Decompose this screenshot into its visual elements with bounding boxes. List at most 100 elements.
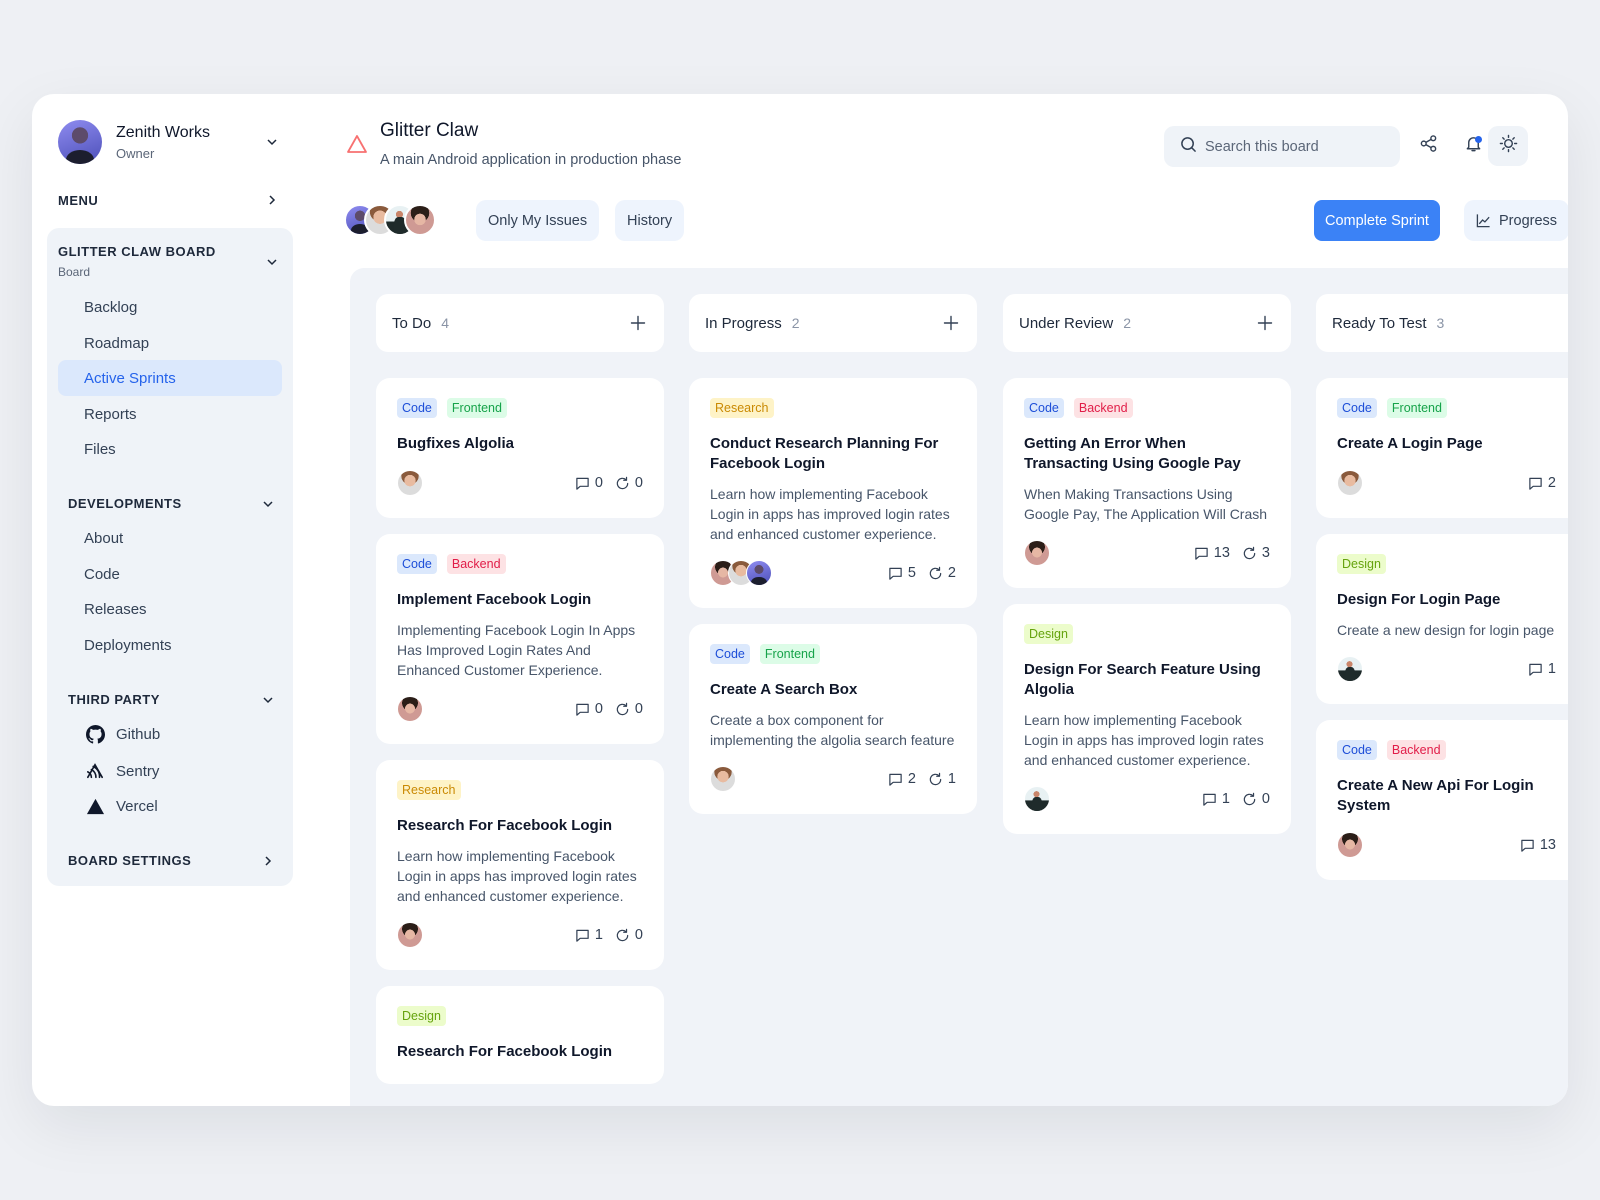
sidebar-item-vercel[interactable]: Vercel: [84, 794, 158, 818]
assignee-avatar[interactable]: [397, 696, 423, 722]
refresh-icon: [1242, 792, 1257, 807]
tag-code[interactable]: Code: [1024, 398, 1064, 418]
tag-code[interactable]: Code: [710, 644, 750, 664]
reopen-count[interactable]: 0: [1242, 791, 1270, 807]
comments-count[interactable]: 1: [575, 927, 603, 943]
tag-design[interactable]: Design: [1337, 554, 1386, 574]
task-card[interactable]: Research Conduct Research Planning For F…: [689, 378, 977, 608]
assignee-avatar[interactable]: [397, 470, 423, 496]
add-card-button[interactable]: [628, 313, 648, 333]
board-settings-link[interactable]: BOARD SETTINGS: [68, 853, 191, 868]
sentry-icon: [84, 760, 106, 782]
task-card[interactable]: Code Frontend Create A Login Page 2: [1316, 378, 1568, 518]
member-avatar[interactable]: [404, 204, 436, 236]
history-button[interactable]: History: [615, 200, 685, 241]
menu-toggle[interactable]: MENU: [58, 190, 288, 210]
sidebar-item-files[interactable]: Files: [58, 431, 282, 467]
comments-value: 0: [594, 475, 603, 491]
share-button[interactable]: [1408, 126, 1448, 166]
sidebar-item-active-sprints[interactable]: Active Sprints: [58, 360, 282, 396]
theme-toggle-button[interactable]: [1488, 126, 1528, 166]
sidebar-item-code[interactable]: Code: [58, 556, 282, 592]
third-party-section-title[interactable]: THIRD PARTY: [68, 692, 160, 707]
reopen-count[interactable]: 0: [615, 927, 643, 943]
add-card-button[interactable]: [1255, 313, 1275, 333]
assignee-avatar[interactable]: [746, 560, 772, 586]
assignees: [1024, 786, 1050, 812]
comments-count[interactable]: 2: [888, 771, 916, 787]
tag-frontend[interactable]: Frontend: [1386, 398, 1447, 418]
comments-count[interactable]: 5: [888, 565, 916, 581]
sidebar-item-sentry[interactable]: Sentry: [84, 759, 159, 783]
sidebar-item-github[interactable]: Github: [84, 722, 160, 746]
comments-count[interactable]: 1: [1202, 791, 1230, 807]
assignee-avatar[interactable]: [1337, 656, 1363, 682]
sidebar-item-about[interactable]: About: [58, 520, 282, 556]
comments-count[interactable]: 13: [1520, 837, 1556, 853]
tag-design[interactable]: Design: [397, 1006, 446, 1026]
task-card[interactable]: Design Design For Login Page Create a ne…: [1316, 534, 1568, 704]
comments-count[interactable]: 13: [1194, 545, 1230, 561]
reopen-count[interactable]: 1: [928, 771, 956, 787]
reopen-count[interactable]: 0: [615, 701, 643, 717]
board-section-header[interactable]: GLITTER CLAW BOARD Board: [58, 244, 216, 279]
comments-count[interactable]: 0: [575, 475, 603, 491]
comments-count[interactable]: 2: [1528, 475, 1556, 491]
kanban-board: To Do 4 Code Frontend Bugfixes Algolia 0 0…: [350, 268, 1568, 1106]
task-card[interactable]: Design Research For Facebook Login: [376, 986, 664, 1084]
assignee-avatar[interactable]: [1337, 832, 1363, 858]
task-card[interactable]: Research Research For Facebook Login Lea…: [376, 760, 664, 970]
assignee-avatar[interactable]: [1337, 470, 1363, 496]
sidebar-item-deployments[interactable]: Deployments: [58, 627, 282, 663]
complete-sprint-button[interactable]: Complete Sprint: [1314, 200, 1440, 241]
tag-research[interactable]: Research: [710, 398, 774, 418]
reopen-count[interactable]: 3: [1242, 545, 1270, 561]
assignee-avatar[interactable]: [397, 922, 423, 948]
board-search[interactable]: [1164, 126, 1400, 167]
tag-code[interactable]: Code: [1337, 398, 1377, 418]
workspace-switcher[interactable]: Zenith Works Owner: [58, 120, 288, 164]
sidebar-item-roadmap[interactable]: Roadmap: [58, 325, 282, 361]
tag-code[interactable]: Code: [397, 554, 437, 574]
tag-backend[interactable]: Backend: [1073, 398, 1133, 418]
chevron-right-icon[interactable]: [260, 853, 276, 869]
task-card[interactable]: Code Frontend Create A Search Box Create …: [689, 624, 977, 814]
member-avatars[interactable]: [344, 204, 436, 238]
chevron-down-icon[interactable]: [264, 134, 280, 150]
assignee-avatar[interactable]: [1024, 786, 1050, 812]
tag-backend[interactable]: Backend: [446, 554, 506, 574]
tag-research[interactable]: Research: [397, 780, 461, 800]
task-card[interactable]: Design Design For Search Feature Using A…: [1003, 604, 1291, 834]
tag-code[interactable]: Code: [397, 398, 437, 418]
tag-backend[interactable]: Backend: [1386, 740, 1446, 760]
assignee-avatar[interactable]: [710, 766, 736, 792]
progress-button[interactable]: Progress: [1464, 200, 1568, 241]
chevron-down-icon[interactable]: [260, 496, 276, 512]
task-card[interactable]: Code Backend Create A New Api For Login S…: [1316, 720, 1568, 880]
card-tags: Code Backend: [1024, 398, 1270, 418]
tag-design[interactable]: Design: [1024, 624, 1073, 644]
sidebar-item-reports[interactable]: Reports: [58, 396, 282, 432]
tag-frontend[interactable]: Frontend: [446, 398, 507, 418]
sidebar-item-releases[interactable]: Releases: [58, 591, 282, 627]
task-card[interactable]: Code Backend Getting An Error When Transa…: [1003, 378, 1291, 588]
comments-count[interactable]: 1: [1528, 661, 1556, 677]
card-description: Learn how implementing Facebook Login in…: [710, 486, 950, 542]
task-card[interactable]: Code Frontend Bugfixes Algolia 0 0: [376, 378, 664, 518]
tag-frontend[interactable]: Frontend: [759, 644, 820, 664]
reopen-count[interactable]: 0: [615, 475, 643, 491]
sidebar-item-backlog[interactable]: Backlog: [58, 289, 282, 325]
developments-section-title[interactable]: DEVELOPMENTS: [68, 496, 182, 511]
task-card[interactable]: Code Backend Implement Facebook Login Imp…: [376, 534, 664, 744]
reopen-count[interactable]: 2: [928, 565, 956, 581]
add-card-button[interactable]: [941, 313, 961, 333]
comments-count[interactable]: 0: [575, 701, 603, 717]
tag-code[interactable]: Code: [1337, 740, 1377, 760]
chevron-down-icon[interactable]: [260, 692, 276, 708]
chevron-down-icon[interactable]: [264, 254, 280, 270]
assignee-avatar[interactable]: [1024, 540, 1050, 566]
notifications-button[interactable]: [1453, 126, 1493, 166]
only-my-issues-button[interactable]: Only My Issues: [476, 200, 600, 241]
chevron-right-icon[interactable]: [264, 192, 280, 208]
search-input[interactable]: [1205, 138, 1385, 155]
